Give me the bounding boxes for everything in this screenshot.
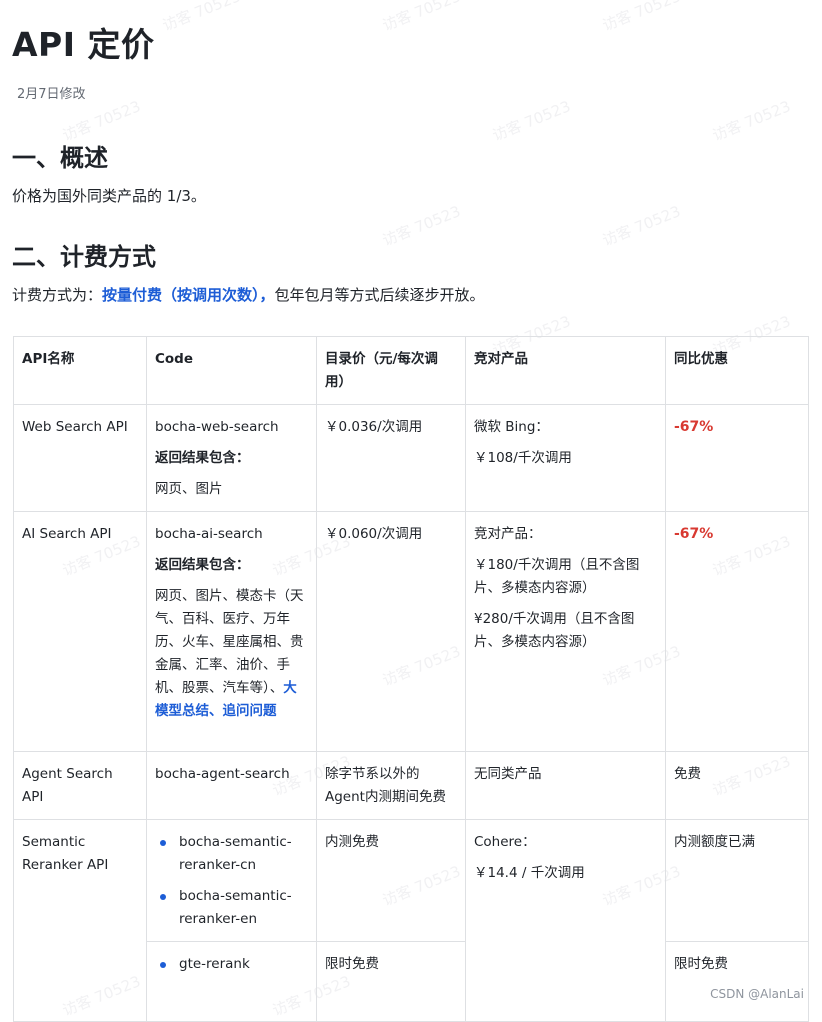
billing-suffix: 包年包月等方式后续逐步开放。 [274,286,485,304]
watermark: 访客 70523 [159,0,244,35]
watermark: 访客 70523 [489,97,574,145]
price-cell: 限时免费 [316,941,466,1022]
section-heading-billing: 二、计费方式 [12,243,156,271]
header-list-price: 目录价（元/每次调用） [316,336,466,405]
section-heading-overview: 一、概述 [12,144,108,172]
billing-text: 计费方式为：按量付费（按调用次数），包年包月等方式后续逐步开放。 [12,284,485,305]
pricing-table: API名称 Code 目录价（元/每次调用） 竞对产品 同比优惠 Web Sea… [13,336,809,1022]
code-cell: gte-rerank [146,941,317,1022]
api-code: bocha-web-search [155,419,279,435]
api-name-cell: AI Search API [13,511,147,752]
competitor-cell: 无同类产品 [465,751,666,820]
includes-text: 网页、图片 [155,481,223,497]
billing-link[interactable]: 按量付费（按调用次数）， [102,286,275,304]
watermark: 访客 70523 [379,202,464,250]
price-cell: ￥0.060/次调用 [316,511,466,752]
header-discount: 同比优惠 [665,336,809,405]
discount-cell: 限时免费 [665,941,809,1022]
code-cell: bocha-agent-search [146,751,317,820]
table-row: AI Search API bocha-ai-search 返回结果包含： 网页… [13,511,809,752]
document-page: 访客 70523 访客 70523 访客 70523 访客 70523 访客 7… [0,0,822,1022]
competitor-cell: 竞对产品： ￥180/千次调用（且不含图片、多模态内容源） ¥280/千次调用（… [465,511,666,752]
source-footer: CSDN @AlanLai [710,987,804,1001]
code-cell: bocha-ai-search 返回结果包含： 网页、图片、模态卡（天气、百科、… [146,511,317,752]
includes-label: 返回结果包含： [155,557,250,573]
watermark: 访客 70523 [599,202,684,250]
includes-text: 网页、图片、模态卡（天气、百科、医疗、万年历、火车、星座属相、贵金属、汇率、油价… [155,585,308,723]
table-row: Semantic Reranker API bocha-semantic-rer… [13,819,809,1022]
table-header-row: API名称 Code 目录价（元/每次调用） 竞对产品 同比优惠 [13,336,809,405]
table-row: Web Search API bocha-web-search 返回结果包含： … [13,404,809,512]
price-cell: 除字节系以外的Agent内测期间免费 [316,751,466,820]
list-item: bocha-semantic-reranker-cn [160,831,308,877]
includes-plain: 网页、图片、模态卡（天气、百科、医疗、万年历、火车、星座属相、贵金属、汇率、油价… [155,588,304,696]
competitor-line: 竞对产品： [474,526,542,542]
competitor-cell: 微软 Bing： ￥108/千次调用 [465,404,666,512]
competitor-line: ￥108/千次调用 [474,450,572,466]
price-cell: 内测免费 [316,819,466,942]
api-name-cell: Semantic Reranker API [13,819,147,1022]
discount-value: -67% [674,419,714,435]
discount-cell: 内测额度已满 [665,819,809,942]
competitor-line: ¥280/千次调用（且不含图片、多模态内容源） [474,611,635,650]
api-name-cell: Web Search API [13,404,147,512]
table-row: Agent Search API bocha-agent-search 除字节系… [13,751,809,820]
price-cell: ￥0.036/次调用 [316,404,466,512]
header-api-name: API名称 [13,336,147,405]
api-code: bocha-ai-search [155,526,263,542]
modified-date: 2月7日修改 [17,87,86,102]
header-code: Code [146,336,317,405]
watermark: 访客 70523 [709,97,794,145]
billing-prefix: 计费方式为： [12,286,103,304]
page-title: API 定价 [12,25,155,64]
discount-cell: 免费 [665,751,809,820]
competitor-line: 微软 Bing： [474,419,549,435]
competitor-line: Cohere： [474,834,536,850]
watermark: 访客 70523 [379,0,464,35]
code-list: bocha-semantic-reranker-cn bocha-semanti… [155,831,308,931]
discount-cell: -67% [665,404,809,512]
competitor-line: ￥14.4 / 千次调用 [474,865,585,881]
includes-label: 返回结果包含： [155,450,250,466]
code-list: gte-rerank [155,953,308,976]
list-item: bocha-semantic-reranker-en [160,885,308,931]
discount-cell: -67% [665,511,809,752]
watermark: 访客 70523 [599,0,684,35]
competitor-cell: Cohere： ￥14.4 / 千次调用 [465,819,666,1022]
list-item: gte-rerank [160,953,308,976]
api-name-cell: Agent Search API [13,751,147,820]
competitor-line: ￥180/千次调用（且不含图片、多模态内容源） [474,557,640,596]
discount-value: -67% [674,526,714,542]
code-cell: bocha-web-search 返回结果包含： 网页、图片 [146,404,317,512]
header-competitor: 竞对产品 [465,336,666,405]
overview-text: 价格为国外同类产品的 1/3。 [12,187,206,205]
code-cell: bocha-semantic-reranker-cn bocha-semanti… [146,819,317,942]
